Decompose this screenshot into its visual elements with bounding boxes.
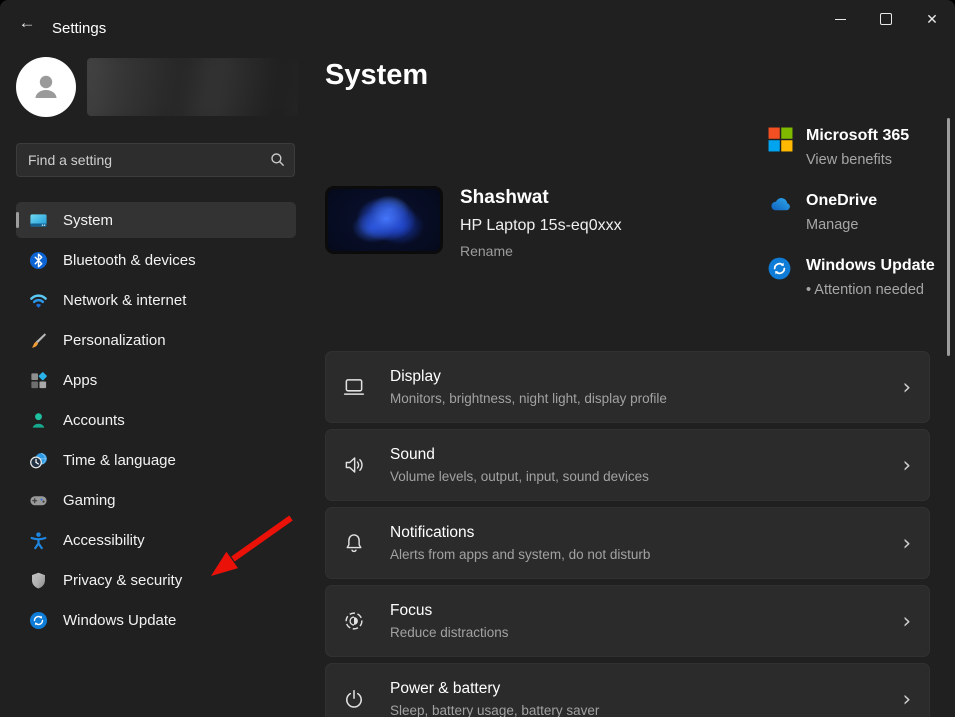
sidebar-item-label: Apps: [63, 372, 97, 389]
settings-row-power-battery[interactable]: Power & battery Sleep, battery usage, ba…: [325, 663, 930, 717]
settings-row-sound[interactable]: Sound Volume levels, output, input, soun…: [325, 429, 930, 501]
sidebar-item-label: Network & internet: [63, 292, 186, 309]
sidebar-item-label: Bluetooth & devices: [63, 252, 196, 269]
row-title: Power & battery: [390, 680, 599, 698]
row-subtitle: Monitors, brightness, night light, displ…: [390, 391, 667, 406]
rename-link[interactable]: Rename: [460, 243, 622, 259]
quick-link-onedrive[interactable]: OneDrive Manage: [768, 191, 955, 234]
sidebar-item-label: Accessibility: [63, 532, 145, 549]
device-model: HP Laptop 15s-eq0xxx: [460, 217, 622, 235]
back-button[interactable]: ←: [10, 8, 44, 38]
search-icon: [270, 152, 285, 172]
row-title: Focus: [390, 602, 509, 620]
quick-link-subtitle[interactable]: Manage: [806, 217, 877, 234]
window-controls: ✕: [817, 0, 955, 38]
sidebar-item-windows-update[interactable]: Windows Update: [16, 602, 296, 638]
row-title: Display: [390, 368, 667, 386]
search-placeholder: Find a setting: [28, 152, 112, 168]
quick-links: Microsoft 365 View benefits OneDrive Man…: [768, 126, 955, 321]
sidebar-nav: System Bluetooth & devices Network & int…: [16, 202, 296, 642]
windows-update-icon: [29, 611, 48, 630]
maximize-icon: [880, 13, 892, 25]
minimize-button[interactable]: [817, 0, 863, 38]
sidebar-item-apps[interactable]: Apps: [16, 362, 296, 398]
row-subtitle: Sleep, battery usage, battery saver: [390, 703, 599, 717]
quick-link-subtitle: • Attention needed: [806, 282, 935, 299]
sound-icon: [342, 453, 366, 477]
app-title: Settings: [52, 20, 106, 37]
device-name: Shashwat: [460, 187, 622, 209]
person-icon: [29, 70, 63, 104]
chevron-right-icon: ›: [903, 531, 911, 555]
sidebar-item-bluetooth-devices[interactable]: Bluetooth & devices: [16, 242, 296, 278]
personalization-icon: [29, 331, 48, 350]
accounts-icon: [29, 411, 48, 430]
sidebar-item-accounts[interactable]: Accounts: [16, 402, 296, 438]
maximize-button[interactable]: [863, 0, 909, 38]
gaming-icon: [29, 491, 48, 510]
time-language-icon: [29, 451, 48, 470]
titlebar: ← Settings ✕: [0, 0, 955, 40]
sidebar-item-time-language[interactable]: Time & language: [16, 442, 296, 478]
row-subtitle: Volume levels, output, input, sound devi…: [390, 469, 649, 484]
sidebar-item-gaming[interactable]: Gaming: [16, 482, 296, 518]
settings-list: Display Monitors, brightness, night ligh…: [325, 351, 930, 717]
sidebar-item-privacy-security[interactable]: Privacy & security: [16, 562, 296, 598]
windows-update-icon: [768, 257, 793, 282]
display-icon: [342, 375, 366, 399]
sidebar-item-system[interactable]: System: [16, 202, 296, 238]
onedrive-icon: [768, 192, 793, 217]
bluetooth-icon: [29, 251, 48, 270]
chevron-right-icon: ›: [903, 687, 911, 711]
system-icon: [29, 211, 48, 230]
search-input[interactable]: Find a setting: [16, 143, 295, 177]
close-button[interactable]: ✕: [909, 0, 955, 38]
settings-row-focus[interactable]: Focus Reduce distractions ›: [325, 585, 930, 657]
scrollbar-thumb[interactable]: [947, 118, 950, 356]
sidebar-item-label: Privacy & security: [63, 572, 182, 589]
wallpaper-bloom: [328, 189, 440, 251]
sidebar-item-personalization[interactable]: Personalization: [16, 322, 296, 358]
device-info: Shashwat HP Laptop 15s-eq0xxx Rename: [460, 187, 622, 259]
quick-link-subtitle[interactable]: View benefits: [806, 152, 909, 169]
sidebar-item-label: Windows Update: [63, 612, 176, 629]
row-subtitle: Reduce distractions: [390, 625, 509, 640]
sidebar-item-label: System: [63, 212, 113, 229]
sidebar-item-network-internet[interactable]: Network & internet: [16, 282, 296, 318]
settings-window: ← Settings ✕ Find a setting: [0, 0, 955, 717]
chevron-right-icon: ›: [903, 609, 911, 633]
row-subtitle: Alerts from apps and system, do not dist…: [390, 547, 650, 562]
settings-row-notifications[interactable]: Notifications Alerts from apps and syste…: [325, 507, 930, 579]
power-icon: [342, 687, 366, 711]
sidebar-item-label: Time & language: [63, 452, 176, 469]
account-name-redacted: [87, 58, 298, 116]
device-thumbnail: [325, 186, 443, 254]
close-icon: ✕: [926, 11, 938, 28]
minimize-icon: [835, 19, 846, 20]
quick-link-microsoft-365[interactable]: Microsoft 365 View benefits: [768, 126, 955, 169]
chevron-right-icon: ›: [903, 375, 911, 399]
sidebar-item-label: Accounts: [63, 412, 125, 429]
avatar[interactable]: [16, 57, 76, 117]
chevron-right-icon: ›: [903, 453, 911, 477]
sidebar-item-label: Gaming: [63, 492, 116, 509]
apps-icon: [29, 371, 48, 390]
settings-row-display[interactable]: Display Monitors, brightness, night ligh…: [325, 351, 930, 423]
accessibility-icon: [29, 531, 48, 550]
quick-link-windows-update[interactable]: Windows Update • Attention needed: [768, 256, 955, 299]
row-title: Sound: [390, 446, 649, 464]
network-icon: [29, 291, 48, 310]
quick-link-title: Microsoft 365: [806, 126, 909, 145]
page-title: System: [325, 59, 428, 92]
sidebar-item-label: Personalization: [63, 332, 166, 349]
notifications-icon: [342, 531, 366, 555]
sidebar-item-accessibility[interactable]: Accessibility: [16, 522, 296, 558]
privacy-security-icon: [29, 571, 48, 590]
focus-icon: [342, 609, 366, 633]
row-title: Notifications: [390, 524, 650, 542]
quick-link-title: Windows Update: [806, 256, 935, 275]
quick-link-title: OneDrive: [806, 191, 877, 210]
microsoft-365-icon: [768, 127, 793, 152]
